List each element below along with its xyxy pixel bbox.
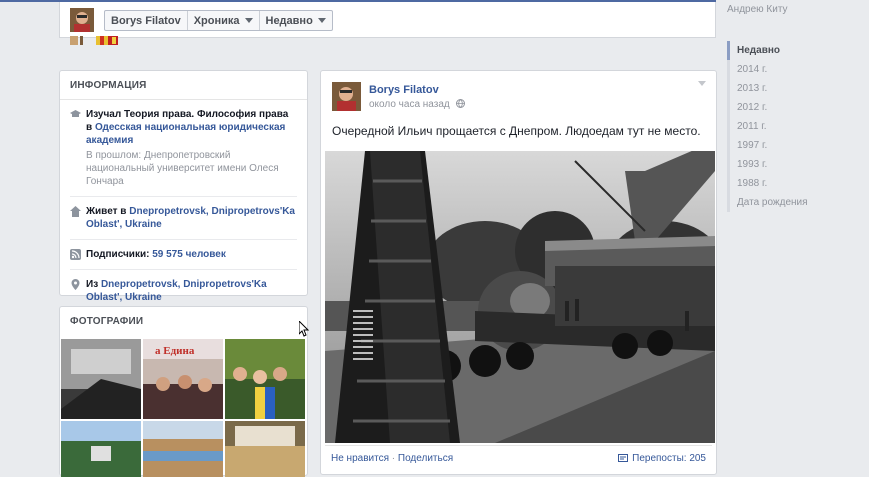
chevron-down-icon: [317, 18, 326, 23]
timeline-nav: Borys Filatov Хроника Недавно: [104, 10, 333, 31]
share-link[interactable]: Поделиться: [398, 453, 453, 464]
post-options-chevron-icon[interactable]: [698, 81, 706, 86]
shares-count-text: Перепосты: 205: [632, 453, 706, 464]
year-item[interactable]: Недавно: [727, 41, 808, 60]
photo-thumb[interactable]: а Едина: [143, 339, 223, 419]
location-pin-icon: [71, 279, 80, 290]
year-item[interactable]: 1993 г.: [730, 155, 808, 174]
followers-prefix: Подписчики:: [86, 249, 150, 260]
post-author-name[interactable]: Borys Filatov: [369, 84, 439, 96]
profile-avatar[interactable]: [70, 8, 94, 32]
year-item[interactable]: 2012 г.: [730, 98, 808, 117]
header-name-button[interactable]: Borys Filatov: [105, 11, 188, 30]
post-actions: Не нравится · Поделиться: [331, 453, 453, 464]
year-item[interactable]: 2011 г.: [730, 117, 808, 136]
home-icon: [70, 206, 81, 217]
lives-prefix: Живет в: [86, 206, 127, 217]
photo-thumb[interactable]: [61, 421, 141, 477]
from-prefix: Из: [86, 279, 99, 290]
photo-thumb[interactable]: [61, 339, 141, 419]
info-row-followers: Подписчики: 59 575 человек: [70, 240, 297, 270]
post-time-text: около часа назад: [369, 99, 450, 110]
friend-text[interactable]: Андрею Киту: [727, 4, 788, 15]
photo-thumb[interactable]: [143, 421, 223, 477]
action-separator: ·: [391, 453, 396, 464]
from-place-link[interactable]: Dnepropetrovsk, Dnipropetrovs'Ka Oblast'…: [86, 279, 267, 303]
timeline-tab-button[interactable]: Хроника: [188, 11, 260, 30]
education-past: В прошлом: Днепропетровский национальный…: [86, 150, 279, 187]
timeline-tab-label: Хроника: [193, 14, 240, 27]
mouse-cursor-icon: [299, 321, 310, 337]
followers-count-link[interactable]: 59 575 человек: [152, 249, 226, 260]
header-name: Borys Filatov: [111, 14, 181, 27]
post-photo[interactable]: [325, 151, 715, 443]
recent-tab-button[interactable]: Недавно: [260, 11, 332, 30]
photos-card-title: ФОТОГРАФИИ: [70, 316, 144, 327]
years-list: Недавно 2014 г. 2013 г. 2012 г. 2011 г. …: [727, 41, 808, 212]
partial-cover-strip: [70, 36, 118, 45]
globe-icon: [455, 99, 465, 108]
share-icon: [618, 454, 629, 462]
photo-banner-text: а Едина: [155, 345, 195, 357]
photo-thumb[interactable]: [225, 421, 305, 477]
rss-icon: [70, 249, 81, 260]
info-card-title: ИНФОРМАЦИЯ: [60, 71, 307, 100]
info-row-lives: Живет в Dnepropetrovsk, Dnipropetrovs'Ka…: [70, 197, 297, 240]
year-item[interactable]: 2013 г.: [730, 79, 808, 98]
timeline-header: Borys Filatov Хроника Недавно: [59, 2, 716, 38]
post-divider: [325, 445, 712, 446]
post-author-avatar[interactable]: [332, 82, 361, 111]
unlike-link[interactable]: Не нравится: [331, 453, 389, 464]
year-item[interactable]: 1988 г.: [730, 174, 808, 193]
shares-count[interactable]: Перепосты: 205: [618, 453, 706, 464]
info-card: ИНФОРМАЦИЯ Изучал Теория права. Философи…: [59, 70, 308, 303]
year-item[interactable]: Дата рождения: [730, 193, 808, 212]
recent-tab-label: Недавно: [265, 14, 313, 27]
info-row-education: Изучал Теория права. Философия права в О…: [70, 100, 297, 197]
graduation-cap-icon: [70, 110, 81, 117]
year-item[interactable]: 2014 г.: [730, 60, 808, 79]
year-item[interactable]: 1997 г.: [730, 136, 808, 155]
chevron-down-icon: [244, 18, 253, 23]
post-text: Очередной Ильич прощается с Днепром. Люд…: [332, 124, 701, 138]
education-school-link[interactable]: Одесская национальная юридическая академ…: [86, 122, 285, 146]
post-timestamp[interactable]: около часа назад: [369, 99, 465, 110]
photos-card: ФОТОГРАФИИ а Едина: [59, 306, 308, 477]
photo-thumb[interactable]: [225, 339, 305, 419]
post-card: Borys Filatov около часа назад Очередной…: [320, 70, 717, 475]
